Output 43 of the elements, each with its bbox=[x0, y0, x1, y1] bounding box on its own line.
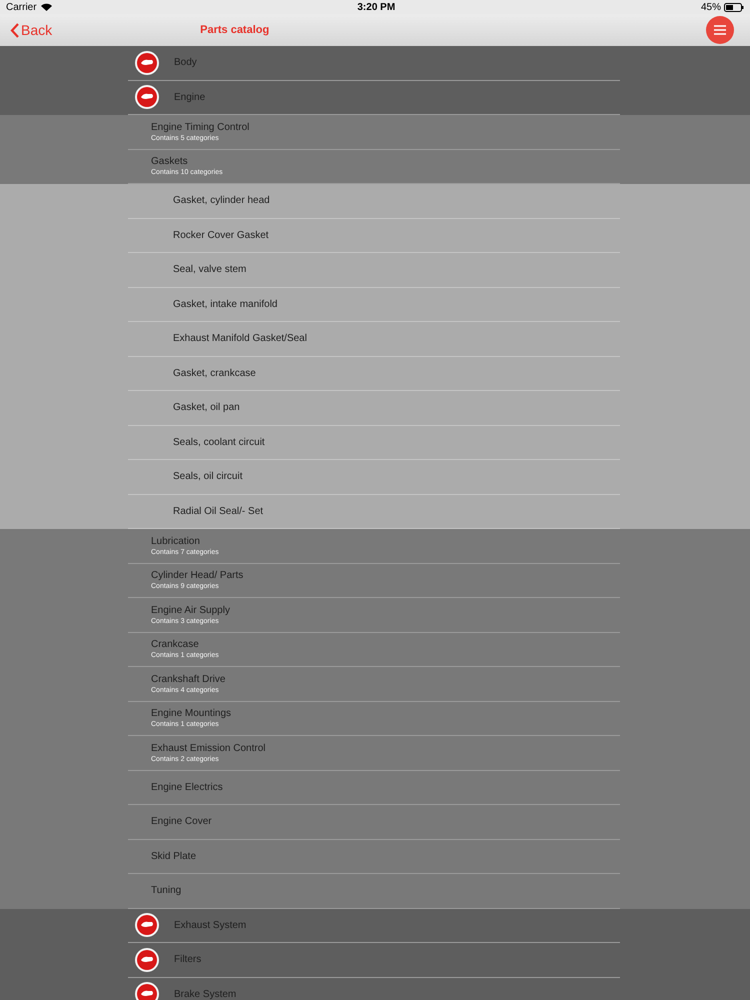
category-name: Seals, coolant circuit bbox=[173, 436, 265, 448]
category-name: Gasket, cylinder head bbox=[173, 195, 270, 206]
category-name: Seals, oil circuit bbox=[173, 471, 242, 482]
battery-percent: 45% bbox=[700, 2, 721, 12]
category-name: Engine Cover bbox=[151, 816, 212, 828]
category-name: Gasket, crankcase bbox=[173, 368, 256, 379]
category-name: Engine Timing Control bbox=[151, 122, 250, 133]
category-name: Skid Plate bbox=[151, 850, 196, 862]
category-name: Engine bbox=[174, 92, 206, 103]
chevron-left-icon bbox=[10, 22, 19, 38]
category-name: Exhaust System bbox=[174, 920, 246, 931]
category-name: Engine Air Supply bbox=[151, 604, 230, 616]
category-name: Gasket, oil pan bbox=[173, 402, 240, 414]
category-name: Seal, valve stem bbox=[173, 264, 246, 276]
category-icon bbox=[134, 50, 160, 76]
battery-icon bbox=[724, 2, 744, 12]
category-name: Brake System bbox=[174, 988, 236, 1000]
category-icon bbox=[134, 912, 160, 938]
status-time: 3:20 PM bbox=[357, 2, 396, 12]
category-name: Engine Mountings bbox=[151, 708, 232, 720]
category-name: Filters bbox=[174, 954, 202, 966]
back-button[interactable]: Back bbox=[10, 22, 52, 38]
category-name: Exhaust Emission Control bbox=[151, 742, 266, 754]
category-name: Body bbox=[174, 57, 197, 68]
category-name: Crankshaft Drive bbox=[151, 674, 226, 685]
category-name: Exhaust Manifold Gasket/Seal bbox=[173, 333, 307, 344]
menu-button[interactable] bbox=[706, 16, 734, 44]
category-icon bbox=[134, 981, 160, 1000]
category-name: Rocker Cover Gasket bbox=[173, 230, 269, 241]
category-name: Gasket, intake manifold bbox=[173, 298, 278, 310]
category-name: Lubrication bbox=[151, 536, 201, 547]
category-name: Gaskets bbox=[151, 156, 189, 168]
carrier-label: Carrier bbox=[6, 2, 37, 12]
wifi-icon bbox=[40, 3, 52, 11]
page-title: Parts catalog bbox=[200, 24, 270, 36]
category-name: Engine Electrics bbox=[151, 782, 223, 793]
category-icon bbox=[134, 84, 160, 110]
category-name: Radial Oil Seal/- Set bbox=[173, 506, 264, 517]
category-name: Crankcase bbox=[151, 639, 200, 650]
category-name: Cylinder Head/ Parts bbox=[151, 570, 244, 582]
menu-icon bbox=[714, 25, 726, 35]
category-name: Tuning bbox=[151, 885, 182, 896]
category-icon bbox=[134, 946, 160, 973]
